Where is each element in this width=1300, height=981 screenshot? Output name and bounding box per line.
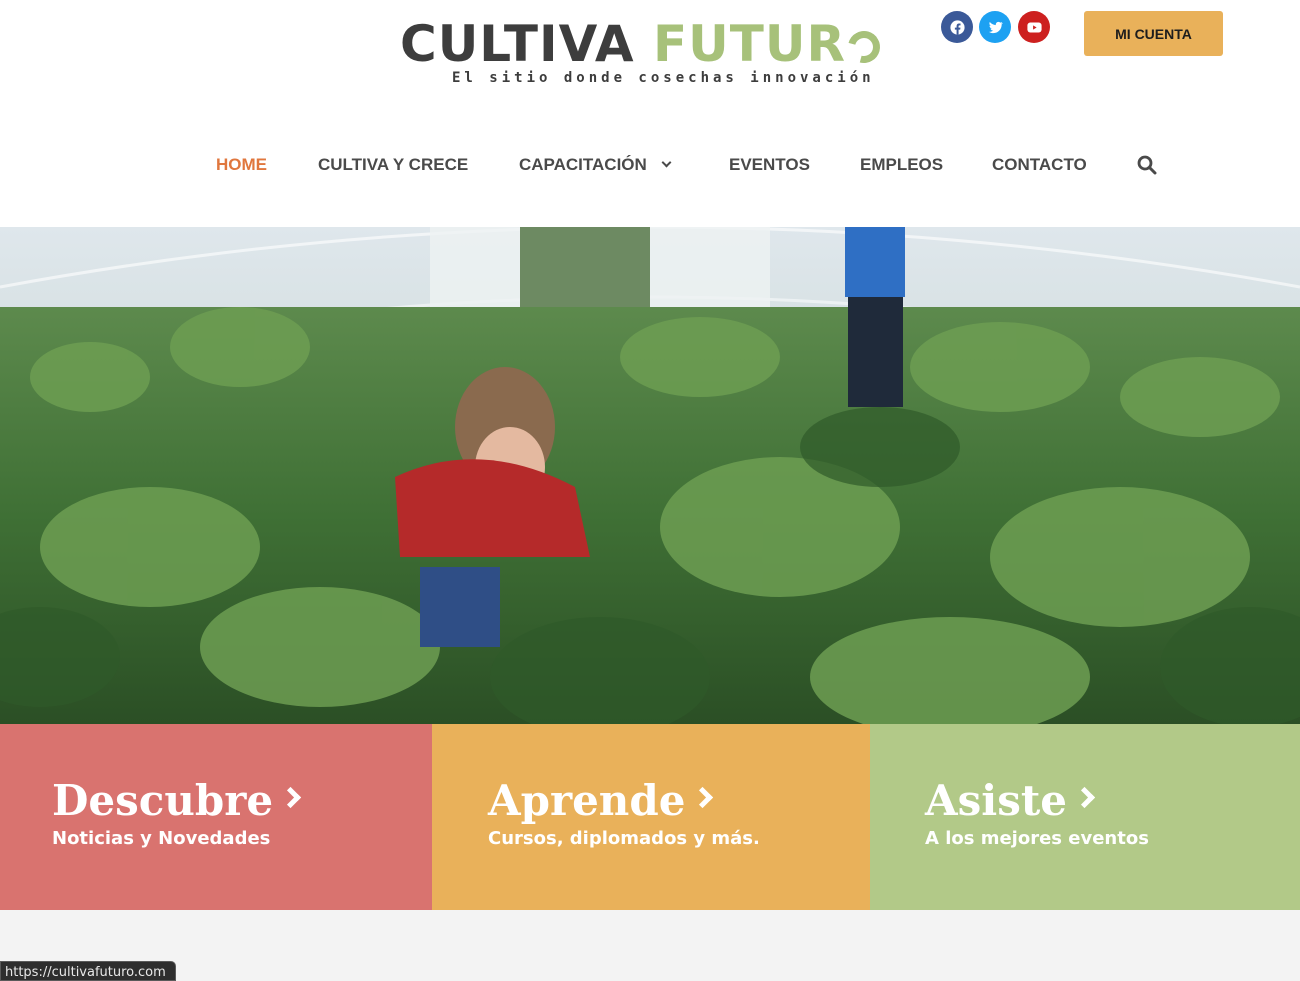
card-descubre-title-text: Descubre [52, 776, 274, 825]
next-section-background [0, 910, 1300, 981]
card-asiste-title: Asiste [925, 774, 1096, 828]
logo-tagline: El sitio donde cosechas innovación [452, 70, 875, 86]
site-logo[interactable]: CULTIVA FUTUR El sitio donde cosechas in… [400, 14, 900, 94]
card-descubre-subtitle: Noticias y Novedades [52, 828, 271, 849]
chevron-down-icon [661, 157, 672, 168]
nav-item-contacto[interactable]: CONTACTO [992, 150, 1087, 180]
nav-item-empleos[interactable]: EMPLEOS [860, 150, 943, 180]
status-bar-url: https://cultivafuturo.com [0, 961, 176, 981]
youtube-icon[interactable] [1018, 11, 1050, 43]
leaf-icon [842, 25, 886, 69]
card-asiste-title-text: Asiste [925, 776, 1067, 825]
card-aprende-title-text: Aprende [488, 776, 686, 825]
main-nav: HOME CULTIVA Y CRECE CAPACITACIÓN EVENTO… [0, 150, 1300, 180]
search-icon[interactable] [1137, 155, 1157, 175]
card-aprende-subtitle: Cursos, diplomados y más. [488, 828, 760, 849]
chevron-right-icon [692, 786, 714, 809]
card-asiste[interactable]: Asiste A los mejores eventos [870, 724, 1300, 910]
logo-word-futuro: FUTUR [653, 15, 846, 73]
card-aprende-title: Aprende [488, 774, 714, 828]
facebook-icon[interactable] [941, 11, 973, 43]
nav-item-home[interactable]: HOME [216, 150, 267, 180]
chevron-right-icon [1073, 786, 1096, 809]
my-account-button[interactable]: MI CUENTA [1084, 11, 1223, 56]
card-descubre[interactable]: Descubre Noticias y Novedades [0, 724, 432, 910]
nav-item-capacitacion-label: CAPACITACIÓN [519, 155, 647, 174]
card-aprende[interactable]: Aprende Cursos, diplomados y más. [432, 724, 870, 910]
card-asiste-subtitle: A los mejores eventos [925, 828, 1149, 849]
logo-word-cultiva: CULTIVA [400, 15, 635, 73]
twitter-icon[interactable] [979, 11, 1011, 43]
chevron-right-icon [280, 786, 302, 809]
nav-item-eventos[interactable]: EVENTOS [729, 150, 810, 180]
nav-item-cultiva-y-crece[interactable]: CULTIVA Y CRECE [318, 150, 468, 180]
card-descubre-title: Descubre [52, 774, 302, 828]
nav-item-capacitacion[interactable]: CAPACITACIÓN [519, 150, 672, 180]
hero-image [0, 227, 1300, 724]
logo-wordmark: CULTIVA FUTUR [400, 14, 886, 74]
